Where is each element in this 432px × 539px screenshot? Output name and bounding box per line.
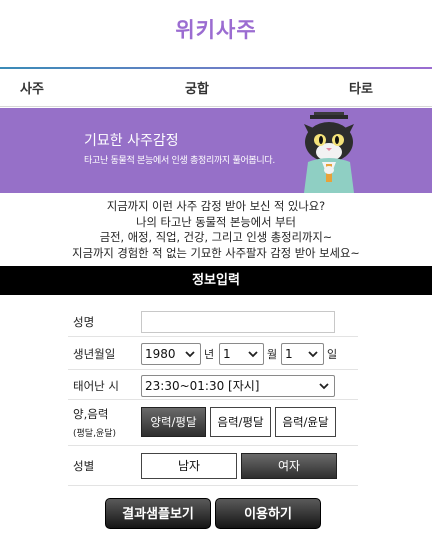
intro-line: 지금까지 이런 사주 감정 받아 보신 적 있나요?: [106, 200, 326, 213]
year-select[interactable]: 1980: [141, 343, 201, 365]
day-value: 1: [285, 347, 293, 361]
gender-label: 성별: [73, 459, 95, 473]
chevron-down-icon: [185, 351, 195, 358]
main-nav: 사주 궁합 타로: [0, 67, 432, 107]
month-unit: 월: [267, 348, 278, 361]
birthtime-label: 태어난 시: [73, 379, 119, 393]
result-sample-button[interactable]: 결과샘플보기: [105, 498, 211, 529]
lunar-normal-button[interactable]: 음력/평달: [210, 407, 271, 437]
birthdate-row: 생년월일 1980 년 1 월 1 일: [68, 337, 358, 370]
solar-normal-button[interactable]: 양력/평달: [141, 407, 206, 437]
birthtime-row: 태어난 시 23:30~01:30 [자시]: [68, 370, 358, 400]
info-form: 성명 생년월일 1980 년 1 월 1 일 태어난 시 23:30~01:30…: [68, 304, 358, 486]
year-unit: 년: [204, 348, 215, 361]
promo-banner[interactable]: 기묘한 사주감정 타고난 동물적 본능에서 인생 총정리까지 풀어봅니다.: [0, 108, 432, 193]
banner-subtitle: 타고난 동물적 본능에서 인생 총정리까지 풀어봅니다.: [84, 156, 275, 166]
year-value: 1980: [145, 347, 176, 361]
day-select[interactable]: 1: [281, 343, 324, 365]
birthtime-select[interactable]: 23:30~01:30 [자시]: [141, 375, 335, 397]
calendar-sublabel: (평달,윤달): [73, 429, 117, 439]
nav-item-tarot[interactable]: 타로: [349, 78, 373, 97]
intro-line: 지금까지 경험한 적 없는 기묘한 사주팔자 감정 받아 보세요~: [72, 246, 360, 260]
male-button[interactable]: 남자: [141, 453, 237, 479]
lunar-leap-button[interactable]: 음력/윤달: [275, 407, 336, 437]
intro-line: 금전, 애정, 직업, 건강, 그리고 인생 총정리까지~: [99, 231, 333, 244]
chevron-down-icon: [308, 351, 318, 358]
gender-row: 성별 남자 여자: [68, 446, 358, 486]
use-service-button[interactable]: 이용하기: [215, 498, 321, 529]
name-row: 성명: [68, 304, 358, 337]
chevron-down-icon: [248, 351, 258, 358]
intro-line: 나의 타고난 동물적 본능에서 부터: [136, 215, 296, 229]
day-unit: 일: [327, 348, 338, 361]
nav-item-gunghap[interactable]: 궁합: [185, 78, 209, 97]
birthdate-label: 생년월일: [73, 347, 116, 361]
calendar-row: 양,음력 (평달,윤달) 양력/평달 음력/평달 음력/윤달: [68, 400, 358, 446]
intro-text: 지금까지 이런 사주 감정 받아 보신 적 있나요? 나의 타고난 동물적 본능…: [0, 199, 432, 261]
birthtime-value: 23:30~01:30 [자시]: [145, 379, 260, 393]
name-label: 성명: [73, 315, 95, 329]
month-select[interactable]: 1: [219, 343, 264, 365]
name-input[interactable]: [141, 311, 335, 333]
section-title: 정보입력: [0, 266, 432, 295]
month-value: 1: [223, 347, 231, 361]
nav-item-saju[interactable]: 사주: [20, 78, 44, 97]
cat-scholar-illustration: [304, 112, 354, 193]
calendar-label: 양,음력: [73, 407, 109, 421]
nav-accent-line: [0, 67, 432, 69]
female-button[interactable]: 여자: [241, 453, 337, 479]
banner-title: 기묘한 사주감정: [84, 133, 179, 149]
app-logo[interactable]: 위키사주: [0, 14, 432, 44]
chevron-down-icon: [319, 383, 329, 390]
